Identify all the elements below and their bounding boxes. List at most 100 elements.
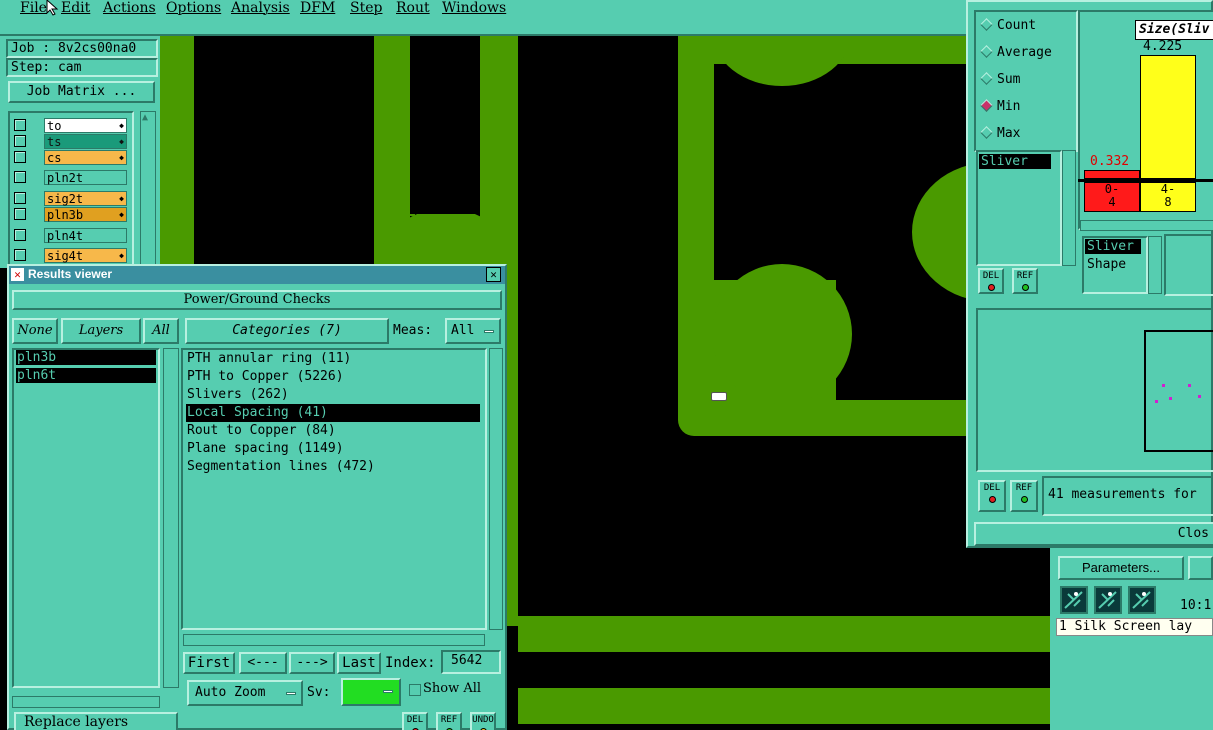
categories-list-scrollbar[interactable] bbox=[489, 348, 503, 630]
categories-hscrollbar[interactable] bbox=[183, 634, 485, 646]
layer-affected-icon: ◆ bbox=[119, 153, 124, 162]
ref-button[interactable]: REF bbox=[436, 712, 462, 730]
menu-edit[interactable]: Edit bbox=[61, 0, 90, 16]
index-input[interactable]: 5642 bbox=[441, 650, 501, 674]
close-button[interactable]: Clos bbox=[974, 522, 1213, 546]
measurement-marker[interactable] bbox=[711, 392, 727, 401]
shape-list-item[interactable]: Shape bbox=[1087, 257, 1126, 272]
parameters-extra-button[interactable] bbox=[1188, 556, 1213, 580]
show-all-checkbox[interactable] bbox=[409, 684, 421, 696]
stat-radio-max[interactable]: Max bbox=[980, 126, 1020, 141]
layer-checkbox[interactable] bbox=[14, 208, 26, 220]
layer-row[interactable]: cs ◆ bbox=[10, 150, 130, 166]
layer-checkbox[interactable] bbox=[14, 249, 26, 261]
menu-analysis[interactable]: Analysis bbox=[231, 0, 290, 16]
layer-name[interactable]: cs ◆ bbox=[44, 150, 127, 165]
category-item[interactable]: Segmentation lines (472) bbox=[186, 458, 480, 476]
layer-name[interactable]: pln2t bbox=[44, 170, 127, 185]
layers-list-item[interactable]: pln6t bbox=[16, 368, 156, 383]
menu-actions[interactable]: Actions bbox=[103, 0, 156, 16]
layer-row[interactable]: to ◆ bbox=[10, 118, 130, 134]
layer-row[interactable]: sig4t ◆ bbox=[10, 248, 130, 264]
layer-name[interactable]: pln3b ◆ bbox=[44, 207, 127, 222]
layer-checkbox[interactable] bbox=[14, 119, 26, 131]
replace-layers-dropdown[interactable]: Replace layers bbox=[14, 712, 178, 730]
stat-radio-sum[interactable]: Sum bbox=[980, 72, 1021, 87]
radio-label: Sum bbox=[997, 72, 1021, 87]
layer-name[interactable]: pln4t bbox=[44, 228, 127, 243]
undo-button[interactable]: UNDO bbox=[470, 712, 496, 730]
dropdown-icon bbox=[383, 690, 393, 693]
layer-row[interactable]: pln3b ◆ bbox=[10, 207, 130, 223]
menu-dfm[interactable]: DFM bbox=[300, 0, 335, 16]
histogram-bar-red bbox=[1084, 170, 1140, 179]
ref-button[interactable]: REF bbox=[1010, 480, 1038, 512]
layers-list[interactable] bbox=[12, 348, 160, 688]
category-item[interactable]: Slivers (262) bbox=[186, 386, 480, 404]
del-button[interactable]: DEL bbox=[978, 480, 1006, 512]
stat-radio-min[interactable]: Min bbox=[980, 99, 1020, 114]
auto-zoom-dropdown[interactable]: Auto Zoom bbox=[187, 680, 303, 706]
category-item[interactable]: Local Spacing (41) bbox=[186, 404, 480, 422]
none-button[interactable]: None bbox=[12, 318, 58, 344]
stat-radio-average[interactable]: Average bbox=[980, 45, 1052, 60]
menu-file[interactable]: File bbox=[20, 0, 47, 16]
layers-list-scrollbar[interactable] bbox=[163, 348, 179, 688]
categories-button[interactable]: Categories (7) bbox=[185, 318, 389, 344]
layer-checkbox[interactable] bbox=[14, 192, 26, 204]
first-button[interactable]: First bbox=[183, 652, 235, 674]
layer-checkbox[interactable] bbox=[14, 229, 26, 241]
layers-list-item[interactable]: pln3b bbox=[16, 350, 156, 365]
close-icon[interactable]: ✕ bbox=[486, 267, 501, 282]
layer-row[interactable]: pln2t bbox=[10, 170, 130, 186]
layer-list-scrollbar[interactable] bbox=[140, 111, 156, 268]
index-label: Index: bbox=[385, 655, 436, 671]
ref-button[interactable]: REF bbox=[1012, 268, 1038, 294]
layer-name[interactable]: to ◆ bbox=[44, 118, 127, 133]
meas-dropdown[interactable]: All bbox=[445, 318, 501, 344]
category-item[interactable]: Rout to Copper (84) bbox=[186, 422, 480, 440]
sv-color-dropdown[interactable] bbox=[341, 678, 401, 706]
layers-hscrollbar[interactable] bbox=[12, 696, 160, 708]
parameters-button[interactable]: Parameters... bbox=[1058, 556, 1184, 580]
menu-options[interactable]: Options bbox=[166, 0, 221, 16]
scroll-up-icon[interactable]: ▲ bbox=[142, 112, 148, 123]
layer-row[interactable]: pln4t bbox=[10, 228, 130, 244]
results-viewer-titlebar[interactable]: ✕ Results viewer ✕ bbox=[9, 266, 505, 284]
job-matrix-button[interactable]: Job Matrix ... bbox=[8, 81, 155, 103]
mouse-cursor-icon bbox=[46, 0, 59, 16]
layer-row[interactable]: ts ◆ bbox=[10, 134, 130, 150]
meas-label: Meas: bbox=[393, 323, 433, 338]
shape-list-item[interactable]: Sliver bbox=[1085, 239, 1141, 254]
tool-button-2[interactable] bbox=[1094, 586, 1122, 614]
prev-button[interactable]: <--- bbox=[239, 652, 287, 674]
tool-button-1[interactable] bbox=[1060, 586, 1088, 614]
category-item[interactable]: PTH annular ring (11) bbox=[186, 350, 480, 368]
tool-button-3[interactable] bbox=[1128, 586, 1156, 614]
layer-checkbox[interactable] bbox=[14, 151, 26, 163]
stats-window: Count Average Sum Min Max Sliver DEL REF Siz… bbox=[966, 0, 1213, 548]
layers-button[interactable]: Layers bbox=[61, 318, 141, 344]
del-button[interactable]: DEL bbox=[402, 712, 428, 730]
red-dot-icon bbox=[987, 284, 995, 291]
category-item[interactable]: Plane spacing (1149) bbox=[186, 440, 480, 458]
layer-checkbox[interactable] bbox=[14, 171, 26, 183]
layer-checkbox[interactable] bbox=[14, 135, 26, 147]
histogram-hscrollbar[interactable] bbox=[1080, 220, 1213, 231]
menu-windows[interactable]: Windows bbox=[442, 0, 506, 16]
menu-rout[interactable]: Rout bbox=[396, 0, 430, 16]
layer-name[interactable]: sig2t ◆ bbox=[44, 191, 127, 206]
next-button[interactable]: ---> bbox=[289, 652, 335, 674]
shape-list-scrollbar[interactable] bbox=[1148, 236, 1162, 294]
layer-name[interactable]: sig4t ◆ bbox=[44, 248, 127, 263]
stat-list-item[interactable]: Sliver bbox=[979, 154, 1051, 169]
menu-step[interactable]: Step bbox=[350, 0, 382, 16]
stat-list-scrollbar[interactable] bbox=[1062, 150, 1076, 266]
all-button[interactable]: All bbox=[143, 318, 179, 344]
del-button[interactable]: DEL bbox=[978, 268, 1004, 294]
layer-row[interactable]: sig2t ◆ bbox=[10, 191, 130, 207]
stat-radio-count[interactable]: Count bbox=[980, 18, 1036, 33]
layer-name[interactable]: ts ◆ bbox=[44, 134, 127, 149]
last-button[interactable]: Last bbox=[337, 652, 381, 674]
category-item[interactable]: PTH to Copper (5226) bbox=[186, 368, 480, 386]
